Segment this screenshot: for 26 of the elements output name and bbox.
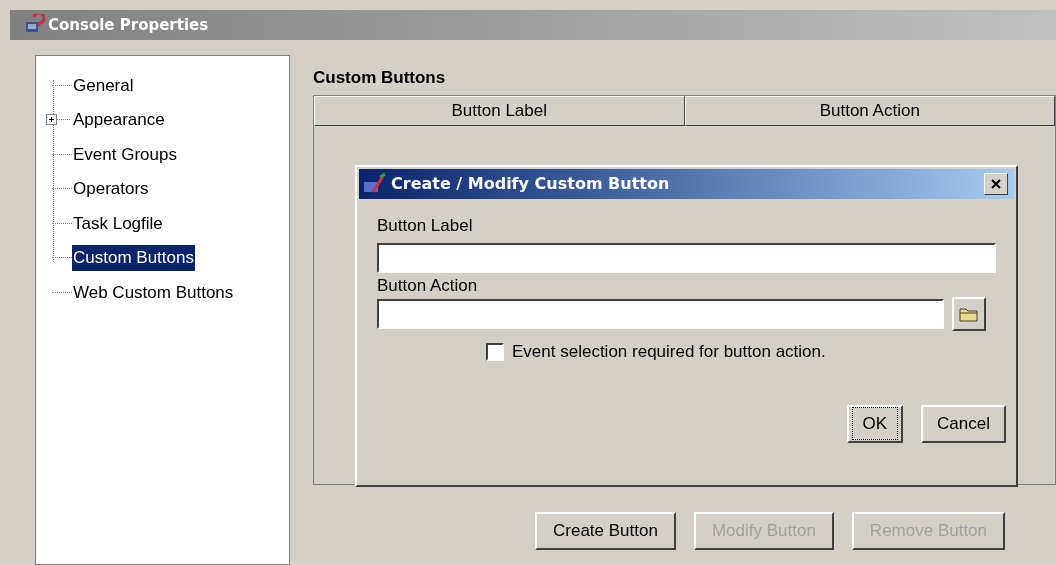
checkbox-label: Event selection required for button action. <box>512 341 826 363</box>
expand-icon[interactable] <box>46 114 57 126</box>
tree-item[interactable]: Event Groups <box>72 141 178 167</box>
tree-item[interactable]: Appearance <box>72 107 166 133</box>
tree-item[interactable]: Web Custom Buttons <box>72 279 235 305</box>
close-icon <box>991 179 1001 189</box>
column-header[interactable]: Button Action <box>684 96 1055 126</box>
close-button[interactable] <box>984 173 1008 195</box>
section-title: Custom Buttons <box>313 67 447 89</box>
dialog-title: Create / Modify Custom Button <box>391 173 670 195</box>
browse-button[interactable] <box>952 297 986 331</box>
window-title: Console Properties <box>48 14 209 36</box>
field-label: Button Label <box>377 215 473 237</box>
column-header[interactable]: Button Label <box>314 96 685 126</box>
checkbox[interactable] <box>486 342 504 361</box>
folder-icon <box>959 306 979 322</box>
tree-item[interactable]: Task Logfile <box>72 210 164 236</box>
tree-item[interactable]: General <box>72 72 135 98</box>
field-label: Button Action <box>377 275 478 297</box>
tree-item[interactable]: Custom Buttons <box>72 245 195 271</box>
input-field[interactable] <box>377 299 944 329</box>
tree-item[interactable]: Operators <box>72 176 150 202</box>
dialog-button[interactable]: Cancel <box>921 404 1006 443</box>
input-field[interactable] <box>377 243 996 273</box>
action-button[interactable]: Create Button <box>535 512 676 550</box>
dialog-button[interactable]: OK <box>846 404 904 443</box>
